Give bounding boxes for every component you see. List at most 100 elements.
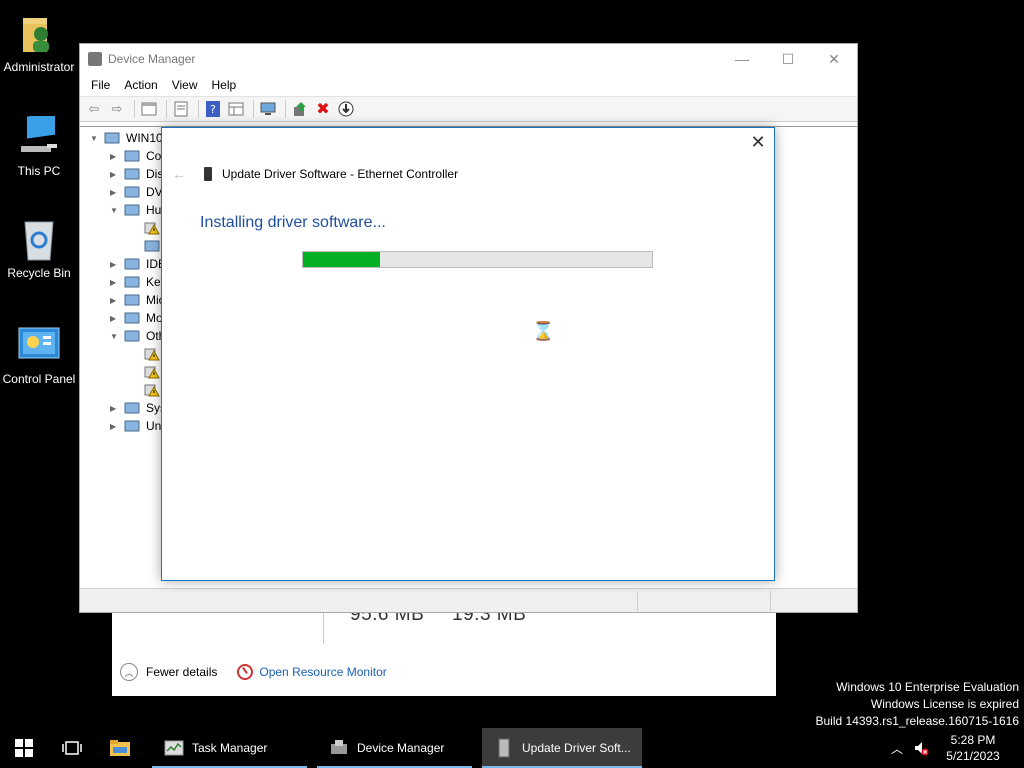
desktop-icon-administrator[interactable]: Administrator: [0, 12, 78, 74]
system-tray: ︿ 5:28 PM 5/21/2023: [886, 728, 1024, 768]
control-panel-icon: [17, 324, 61, 368]
back-arrow-icon[interactable]: ←: [172, 166, 186, 182]
taskbar-update-driver[interactable]: Update Driver Soft...: [482, 728, 642, 768]
folder-icon: [110, 740, 130, 756]
device-category-icon: [124, 185, 140, 199]
scan-hardware-icon[interactable]: [258, 99, 278, 119]
menu-view[interactable]: View: [165, 78, 205, 92]
progress-fill: [303, 252, 380, 267]
maximize-button[interactable]: ☐: [765, 44, 811, 74]
device-warning-icon: [144, 365, 160, 379]
device-category-icon: [124, 167, 140, 181]
uninstall-icon[interactable]: ✖: [313, 99, 333, 119]
device-category-icon: [124, 329, 140, 343]
help-icon[interactable]: ?: [203, 99, 223, 119]
device-manager-icon: [88, 52, 102, 66]
tree-node[interactable]: ▼ WIN10: [90, 129, 163, 147]
menu-action[interactable]: Action: [117, 78, 164, 92]
menu-bar: File Action View Help: [80, 74, 857, 96]
chevron-down-icon[interactable]: ▼: [110, 206, 124, 215]
recycle-bin-icon: [17, 218, 61, 262]
taskbar-device-manager[interactable]: Device Manager: [317, 728, 472, 768]
device-manager-icon: [329, 738, 349, 758]
toolbar-separator: [285, 100, 286, 118]
chevron-right-icon[interactable]: ▶: [110, 260, 124, 269]
download-icon[interactable]: [336, 99, 356, 119]
svg-text:?: ?: [210, 103, 216, 116]
clock-time: 5:28 PM: [950, 733, 996, 747]
status-divider: [637, 591, 638, 611]
status-bar: [80, 588, 857, 612]
tree-node[interactable]: ▶ Mo: [110, 309, 163, 327]
device-category-icon: [104, 131, 120, 145]
ethernet-device-icon: [204, 167, 212, 181]
update-driver-dialog: ✕ ← Update Driver Software - Ethernet Co…: [161, 127, 775, 581]
show-hidden-icons-icon[interactable]: ︿: [886, 740, 908, 757]
menu-help[interactable]: Help: [205, 78, 244, 92]
computer-icon: [17, 112, 61, 160]
dialog-header: ← Update Driver Software - Ethernet Cont…: [172, 166, 458, 182]
update-driver-icon[interactable]: [290, 99, 310, 119]
chevron-right-icon[interactable]: ▶: [110, 278, 124, 287]
chevron-down-icon[interactable]: ▼: [90, 134, 104, 143]
driver-icon: [494, 738, 514, 758]
desktop-icon-label: This PC: [17, 164, 61, 178]
desktop-icon-label: Administrator: [3, 60, 75, 74]
task-manager-window: 95.6 MB 19.3 MB ︿ Fewer details Open Res…: [112, 600, 776, 696]
chevron-right-icon[interactable]: ▶: [110, 422, 124, 431]
chevron-right-icon[interactable]: ▶: [110, 404, 124, 413]
windows-logo-icon: [15, 739, 33, 757]
hourglass-cursor-icon: ⌛: [532, 321, 555, 341]
dialog-title: Update Driver Software - Ethernet Contro…: [222, 167, 459, 181]
taskbar-task-manager[interactable]: Task Manager: [152, 728, 307, 768]
chevron-right-icon[interactable]: ▶: [110, 152, 124, 161]
window-title: Device Manager: [108, 52, 196, 66]
chevron-up-icon[interactable]: ︿: [120, 663, 138, 681]
tree-node[interactable]: ▼ Oth: [110, 327, 165, 345]
chevron-right-icon[interactable]: ▶: [110, 170, 124, 179]
device-category-icon: [124, 275, 140, 289]
tree-node[interactable]: ▶ Key: [110, 273, 167, 291]
tree-node[interactable]: ▶ Uni: [110, 417, 164, 435]
desktop-icon-control-panel[interactable]: Control Panel: [0, 324, 78, 386]
chevron-right-icon[interactable]: ▶: [110, 296, 124, 305]
device-category-icon: [144, 239, 160, 253]
taskbar: Task Manager Device Manager Update Drive…: [0, 728, 1024, 768]
chevron-right-icon[interactable]: ▶: [110, 188, 124, 197]
show-hide-console-tree-icon[interactable]: [139, 99, 159, 119]
watermark-license: Windows License is expired: [870, 697, 1019, 711]
device-category-icon: [124, 257, 140, 271]
install-progress-bar: [302, 251, 653, 268]
back-arrow-icon[interactable]: ⇦: [84, 99, 104, 119]
forward-arrow-icon[interactable]: ⇨: [107, 99, 127, 119]
device-category-icon: [124, 311, 140, 325]
tree-node[interactable]: ▶ Mic: [110, 291, 165, 309]
fewer-details-link[interactable]: Fewer details: [146, 665, 217, 679]
tree-node[interactable]: ▼ Hur: [110, 201, 165, 219]
device-warning-icon: [144, 347, 160, 361]
minimize-button[interactable]: —: [719, 44, 765, 74]
tree-node[interactable]: ▶ Disl: [110, 165, 166, 183]
taskbar-app-label: Update Driver Soft...: [522, 741, 631, 755]
properties-icon[interactable]: [171, 99, 191, 119]
task-manager-icon: [164, 738, 184, 758]
start-button[interactable]: [0, 728, 48, 768]
chevron-right-icon[interactable]: ▶: [110, 314, 124, 323]
open-resource-monitor-link[interactable]: Open Resource Monitor: [259, 665, 386, 679]
file-explorer-button[interactable]: [96, 728, 144, 768]
toolbar-separator: [134, 100, 135, 118]
view-icon[interactable]: [226, 99, 246, 119]
task-view-button[interactable]: [48, 728, 96, 768]
tree-node[interactable]: ▶ IDE: [110, 255, 166, 273]
desktop-icon-this-pc[interactable]: This PC: [0, 112, 78, 178]
chevron-down-icon[interactable]: ▼: [110, 332, 124, 341]
clock[interactable]: 5:28 PM 5/21/2023: [934, 732, 1012, 764]
close-icon[interactable]: ✕: [750, 133, 766, 151]
windows-watermark: Windows 10 Enterprise Evaluation Windows…: [816, 679, 1020, 730]
volume-muted-icon[interactable]: [908, 740, 934, 756]
desktop-icon-recycle-bin[interactable]: Recycle Bin: [0, 218, 78, 280]
tree-node[interactable]: ▶ Cor: [110, 147, 165, 165]
menu-file[interactable]: File: [84, 78, 117, 92]
close-button[interactable]: ✕: [811, 44, 857, 74]
device-warning-icon: [144, 383, 160, 397]
